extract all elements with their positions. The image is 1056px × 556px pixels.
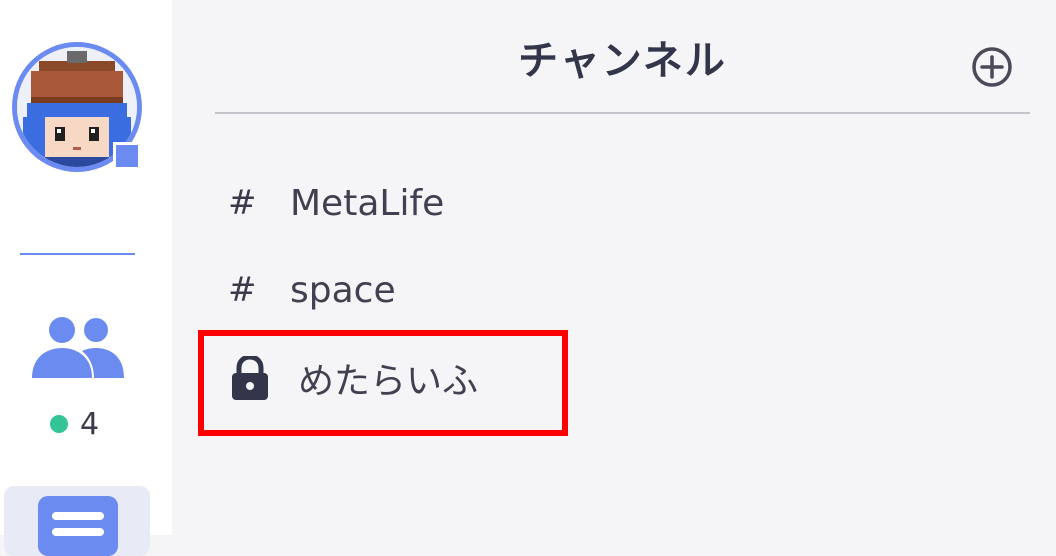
channel-label: space bbox=[290, 269, 396, 311]
rail-divider bbox=[20, 253, 135, 255]
hash-icon: # bbox=[228, 270, 257, 310]
highlight-box bbox=[198, 330, 568, 436]
online-count: 4 bbox=[80, 406, 100, 442]
left-rail: 4 bbox=[0, 0, 172, 556]
channel-item-space[interactable]: # space bbox=[228, 260, 396, 320]
people-icon[interactable] bbox=[32, 316, 124, 380]
menu-icon bbox=[38, 496, 118, 556]
channel-item-metalife[interactable]: # MetaLife bbox=[228, 173, 444, 233]
add-channel-button[interactable] bbox=[970, 45, 1014, 89]
page-title: チャンネル bbox=[518, 38, 727, 84]
status-indicator bbox=[113, 142, 141, 170]
channels-nav-item[interactable] bbox=[4, 486, 150, 556]
online-users: 4 bbox=[50, 406, 100, 442]
channel-label: MetaLife bbox=[290, 182, 445, 224]
header-divider bbox=[215, 112, 1030, 114]
hash-icon: # bbox=[228, 183, 257, 223]
online-status-icon bbox=[50, 415, 68, 433]
